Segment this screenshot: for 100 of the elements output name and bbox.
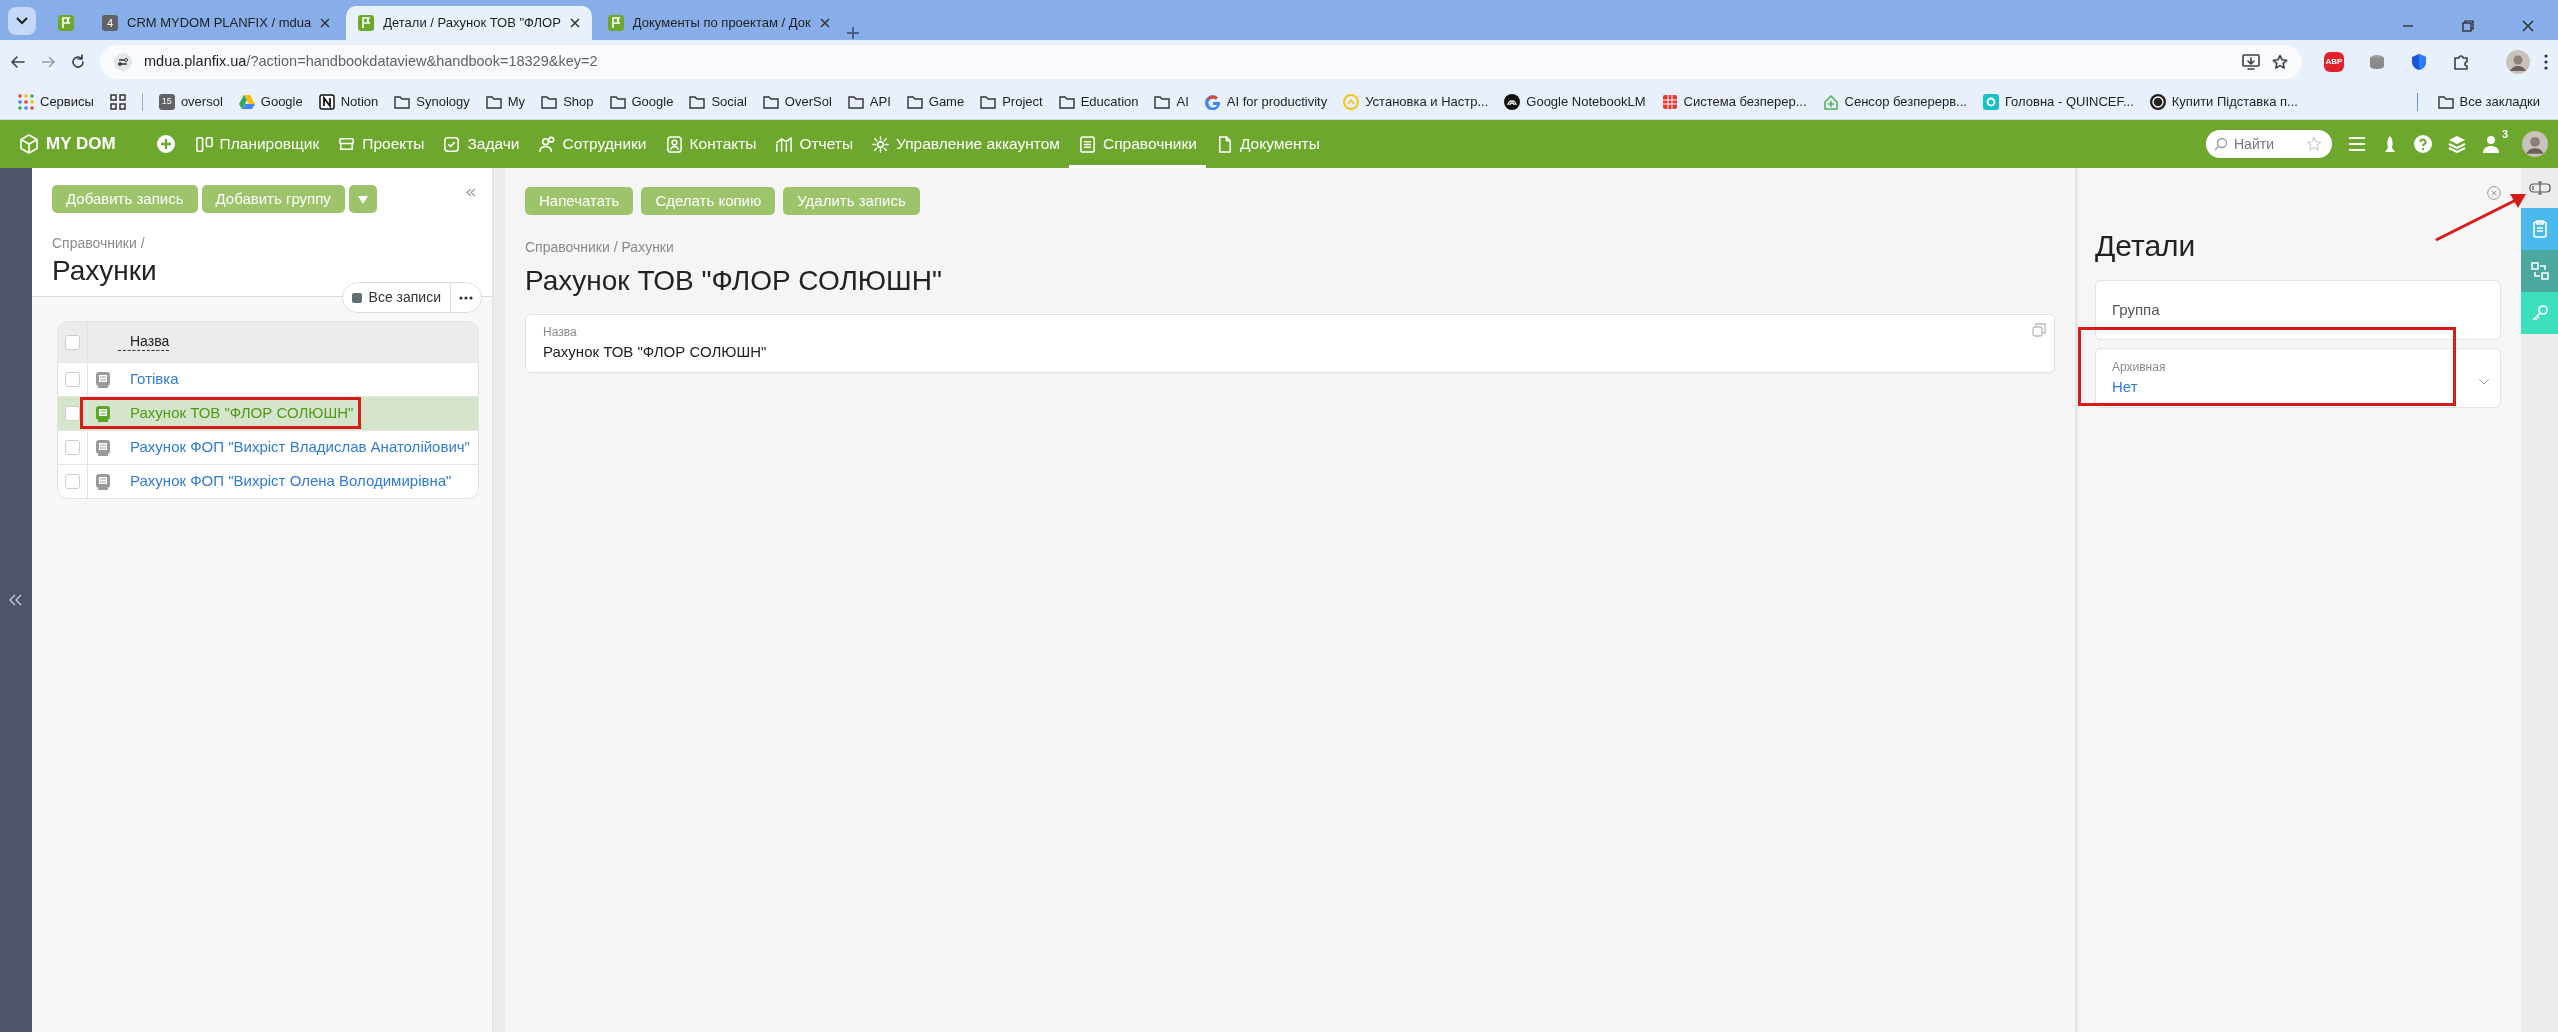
browser-tab[interactable]: Детали / Рахунок ТОВ "ФЛОР bbox=[346, 6, 592, 40]
copy-icon[interactable] bbox=[2032, 323, 2046, 337]
close-icon[interactable] bbox=[569, 18, 580, 28]
browser-tab[interactable]: Документы по проектам / Док bbox=[595, 6, 842, 40]
bookmark[interactable]: Game bbox=[900, 88, 971, 115]
rocket-icon[interactable] bbox=[2382, 135, 2398, 153]
restore-icon[interactable] bbox=[2462, 20, 2474, 32]
record-link[interactable]: Готівка bbox=[118, 368, 179, 391]
bookmark[interactable]: Google bbox=[232, 88, 309, 115]
side-tab[interactable] bbox=[2521, 292, 2558, 334]
calendar-icon: 15 bbox=[158, 93, 175, 110]
checkbox[interactable] bbox=[65, 334, 80, 350]
chevron-down-icon bbox=[2478, 378, 2490, 385]
bookmark[interactable]: Social bbox=[683, 88, 753, 115]
contact-icon bbox=[664, 134, 684, 154]
folder-icon bbox=[541, 94, 558, 109]
text-field[interactable]: Группа bbox=[2095, 280, 2501, 340]
gear-icon bbox=[871, 134, 891, 154]
field-value: Рахунок ТОВ "ФЛОР СОЛЮШН" bbox=[543, 342, 768, 362]
bookmark[interactable]: Synology bbox=[388, 88, 476, 115]
close-icon[interactable] bbox=[320, 18, 331, 28]
notification-count: 3 bbox=[2501, 127, 2508, 142]
bookmark[interactable]: Установка и Настр... bbox=[1337, 88, 1495, 115]
checkbox[interactable] bbox=[65, 372, 80, 387]
new-tab-icon[interactable] bbox=[845, 26, 860, 40]
bookmark[interactable]: 15 oversol bbox=[152, 88, 229, 115]
install-icon[interactable] bbox=[2242, 54, 2260, 70]
home-plus-icon bbox=[1822, 93, 1839, 110]
resize-icon[interactable] bbox=[2528, 181, 2551, 195]
bookmark[interactable]: Система безперер... bbox=[1655, 88, 1813, 115]
checkbox[interactable] bbox=[65, 440, 80, 455]
layers-icon[interactable] bbox=[2448, 135, 2466, 153]
bookmark[interactable]: AI for productivity bbox=[1198, 88, 1334, 115]
table-row[interactable]: Рахунок ФОП "Вихріст Владислав Анатолійович" bbox=[58, 430, 478, 464]
swap-icon bbox=[2529, 261, 2550, 281]
shield-icon[interactable] bbox=[2410, 53, 2428, 71]
bookmark[interactable]: Все закладки bbox=[2431, 88, 2546, 115]
avatar-icon[interactable] bbox=[2506, 50, 2530, 74]
bookmark[interactable]: Купити Підставка п... bbox=[2143, 88, 2304, 115]
database-icon[interactable] bbox=[2368, 53, 2386, 71]
close-icon[interactable] bbox=[819, 18, 830, 28]
side-tab[interactable] bbox=[2521, 250, 2558, 292]
table-row[interactable]: Рахунок ФОП "Вихріст Олена Володимирівна" bbox=[58, 464, 478, 498]
bookmark[interactable]: API bbox=[841, 88, 897, 115]
bookmark[interactable]: Google bbox=[603, 88, 680, 115]
folder-icon bbox=[485, 94, 502, 109]
folder-icon bbox=[762, 94, 779, 109]
logo-text: MY DOM bbox=[46, 133, 116, 156]
puzzle-icon[interactable] bbox=[2452, 53, 2470, 71]
menu-icon[interactable] bbox=[2544, 54, 2548, 70]
bookmark[interactable]: Notion bbox=[312, 88, 385, 115]
bookmark[interactable]: Сенсор безперерв... bbox=[1816, 88, 1973, 115]
expand-panel-icon[interactable] bbox=[9, 594, 23, 606]
reload-icon[interactable] bbox=[70, 54, 86, 70]
folder-icon bbox=[847, 94, 864, 109]
record-link[interactable]: Рахунок ФОП "Вихріст Владислав Анатолійович" bbox=[118, 436, 470, 459]
grid-icon bbox=[109, 93, 126, 110]
record-icon bbox=[95, 404, 111, 423]
bookmark[interactable]: OverSol bbox=[756, 88, 838, 115]
collapse-panel-icon[interactable] bbox=[466, 188, 476, 197]
checkbox-icon bbox=[442, 134, 462, 154]
adblock-extension-icon[interactable]: ABP bbox=[2324, 52, 2344, 72]
browser-tab[interactable]: 4 CRM MYDOM PLANFIX / mdua bbox=[90, 6, 343, 40]
bookmark[interactable]: Google NotebookLM bbox=[1498, 88, 1652, 115]
search-icon bbox=[2214, 137, 2228, 151]
checkbox[interactable] bbox=[65, 474, 80, 489]
user-icon[interactable] bbox=[2482, 135, 2500, 153]
record-icon bbox=[95, 438, 111, 457]
checkbox[interactable] bbox=[65, 406, 80, 421]
search-box[interactable]: Найти bbox=[2206, 130, 2332, 158]
text-field[interactable]: Назва Рахунок ТОВ "ФЛОР СОЛЮШН" bbox=[525, 314, 2055, 373]
breadcrumb[interactable]: Справочники / bbox=[52, 233, 472, 254]
bookmark[interactable]: Education bbox=[1052, 88, 1145, 115]
folder-icon bbox=[2437, 94, 2454, 109]
record-icon bbox=[95, 472, 111, 491]
add-icon[interactable] bbox=[155, 134, 176, 154]
flag-icon bbox=[607, 15, 624, 31]
bookmark[interactable]: Project bbox=[974, 88, 1049, 115]
column-header[interactable]: Назва bbox=[118, 333, 170, 351]
side-tab[interactable] bbox=[2521, 208, 2558, 250]
bookmark[interactable]: AI bbox=[1148, 88, 1195, 115]
caret-icon bbox=[357, 195, 368, 204]
select-field[interactable]: Архивная Нет bbox=[2095, 348, 2501, 408]
bookmark[interactable]: Сервисы bbox=[12, 88, 100, 115]
address-bar[interactable]: mdua.planfix.ua/?action=handbookdataview&handbook=18329&key=2 bbox=[100, 45, 2302, 79]
help-icon[interactable] bbox=[2414, 135, 2432, 153]
bookmark[interactable]: My bbox=[479, 88, 532, 115]
flag-icon bbox=[358, 15, 375, 31]
dropdown-button[interactable] bbox=[348, 185, 377, 213]
star-icon[interactable] bbox=[2272, 54, 2288, 70]
avatar-icon[interactable] bbox=[2522, 131, 2548, 157]
forward-icon[interactable] bbox=[40, 54, 56, 70]
flag-icon bbox=[58, 15, 74, 31]
field-value: Нет bbox=[2112, 376, 2139, 397]
back-icon[interactable] bbox=[10, 54, 26, 70]
bookmark[interactable]: Shop bbox=[535, 88, 600, 115]
record-link[interactable]: Рахунок ФОП "Вихріст Олена Володимирівна" bbox=[118, 470, 452, 493]
close-icon[interactable] bbox=[2522, 20, 2534, 32]
bookmark[interactable]: Головна - QUINCEF... bbox=[1976, 88, 2140, 115]
tab-search-button[interactable] bbox=[8, 7, 36, 35]
